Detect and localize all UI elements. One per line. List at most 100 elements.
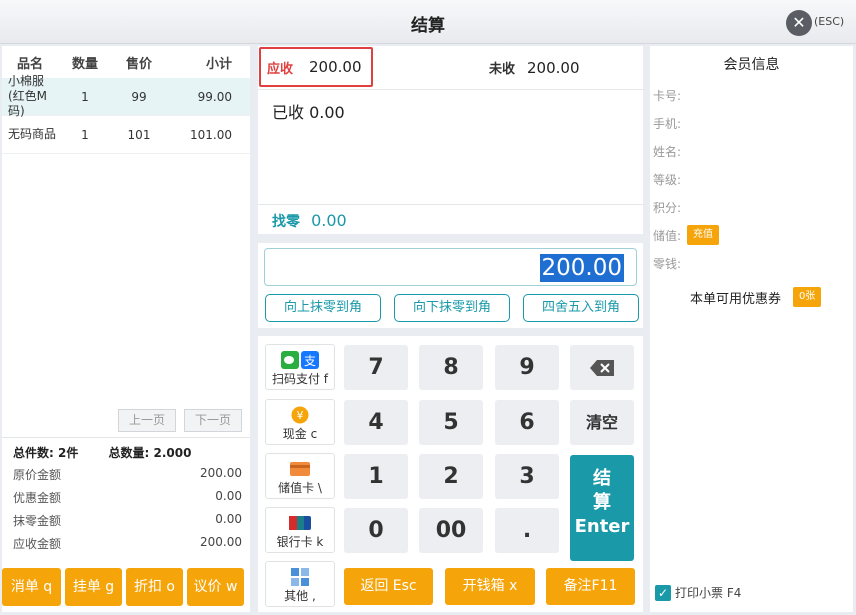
key-8[interactable]: 8 bbox=[419, 345, 483, 390]
checkbox-icon[interactable]: ✓ bbox=[655, 584, 671, 601]
note-button[interactable]: 备注F11 bbox=[546, 568, 635, 605]
pay-label: 其他 , bbox=[284, 589, 316, 603]
wechat-alipay-icon: 支 bbox=[266, 350, 334, 370]
coupon-row: 本单可用优惠券 0张 bbox=[690, 287, 822, 307]
unpaid-label: 未收 bbox=[489, 62, 516, 77]
cash-icon: ¥ bbox=[266, 405, 334, 425]
pay-label: 扫码支付 f bbox=[271, 372, 329, 386]
divider bbox=[258, 89, 643, 90]
key-4[interactable]: 4 bbox=[344, 400, 408, 445]
round-down-button[interactable]: 向下抹零到角 bbox=[394, 294, 510, 322]
stored-card-icon bbox=[266, 459, 334, 479]
hold-order-button[interactable]: 挂单 g bbox=[65, 568, 122, 606]
summary-value: 200.00 bbox=[200, 535, 242, 549]
member-field: 等级: bbox=[653, 173, 682, 187]
amount-change: 找零 0.00 bbox=[272, 211, 347, 231]
header-price: 售价 bbox=[125, 56, 152, 72]
row-qty: 1 bbox=[81, 127, 89, 142]
pay-bank-card-button[interactable]: 银行卡 k bbox=[265, 507, 335, 553]
amount-unpaid: 未收 200.00 bbox=[489, 58, 580, 78]
window-title: 结算 bbox=[411, 16, 445, 36]
key-6[interactable]: 6 bbox=[495, 400, 559, 445]
amount-input[interactable]: 200.00 bbox=[264, 248, 637, 286]
recharge-button[interactable]: 充值 bbox=[687, 225, 720, 245]
change-value: 0.00 bbox=[311, 211, 347, 230]
settle-label: 结 bbox=[593, 468, 611, 489]
table-row[interactable]: 无码商品 1 101 101.00 bbox=[2, 116, 250, 154]
row-subtotal: 101.00 bbox=[190, 127, 232, 142]
amount-due: 应收 200.00 bbox=[259, 47, 373, 87]
amount-paid: 已收 0.00 bbox=[272, 99, 345, 123]
order-actions: 消单 q 挂单 g 折扣 o 议价 w bbox=[2, 568, 244, 606]
total-qty: 总数量: 2.000 bbox=[108, 446, 192, 460]
pay-label: 银行卡 k bbox=[276, 535, 324, 549]
pager: 上一页 下一页 bbox=[118, 409, 242, 432]
pay-stored-card-button[interactable]: 储值卡 \ bbox=[265, 453, 335, 499]
key-7[interactable]: 7 bbox=[344, 345, 408, 390]
key-5[interactable]: 5 bbox=[419, 400, 483, 445]
summary-counts: 总件数: 2件 总数量: 2.000 bbox=[13, 444, 242, 466]
summary-row: 应收金额 200.00 bbox=[13, 535, 242, 558]
backspace-icon bbox=[590, 359, 614, 376]
coupon-label: 本单可用优惠券 bbox=[690, 291, 782, 307]
member-balance-row: 储值: 充值 bbox=[653, 225, 720, 245]
key-9[interactable]: 9 bbox=[495, 345, 559, 390]
summary: 总件数: 2件 总数量: 2.000 原价金额 200.00 优惠金额 0.00 抹… bbox=[2, 437, 250, 558]
amount-panel: 应收 200.00 未收 200.00 已收 0.00 找零 0.00 bbox=[258, 46, 643, 234]
pay-cash-button[interactable]: ¥ 现金 c bbox=[265, 399, 335, 445]
member-title: 会员信息 bbox=[723, 57, 780, 73]
summary-value: 200.00 bbox=[200, 466, 242, 480]
summary-row: 优惠金额 0.00 bbox=[13, 489, 242, 512]
pay-other-button[interactable]: 其他 , bbox=[265, 561, 335, 607]
svg-text:¥: ¥ bbox=[297, 409, 304, 422]
amount-input-value: 200.00 bbox=[539, 254, 624, 282]
row-price: 101 bbox=[127, 127, 151, 142]
settle-button[interactable]: 结 算 Enter bbox=[570, 455, 634, 561]
key-1[interactable]: 1 bbox=[344, 454, 408, 499]
key-2[interactable]: 2 bbox=[419, 454, 483, 499]
round-up-button[interactable]: 向上抹零到角 bbox=[265, 294, 381, 322]
key-0[interactable]: 0 bbox=[344, 508, 408, 553]
summary-row: 抹零金额 0.00 bbox=[13, 512, 242, 535]
rounding-buttons: 向上抹零到角 向下抹零到角 四舍五入到角 bbox=[265, 294, 639, 322]
discount-button[interactable]: 折扣 o bbox=[126, 568, 183, 606]
row-subtotal: 99.00 bbox=[197, 89, 232, 104]
member-field: 储值: bbox=[653, 228, 682, 243]
summary-value: 0.00 bbox=[215, 512, 242, 526]
key-00[interactable]: 00 bbox=[419, 508, 483, 553]
bargain-button[interactable]: 议价 w bbox=[187, 568, 244, 606]
row-price: 99 bbox=[131, 89, 147, 104]
prev-page-button[interactable]: 上一页 bbox=[118, 409, 176, 432]
paid-value: 0.00 bbox=[309, 103, 345, 122]
cancel-order-button[interactable]: 消单 q bbox=[2, 568, 61, 606]
due-value: 200.00 bbox=[309, 58, 362, 76]
pay-label: 储值卡 \ bbox=[278, 481, 322, 495]
coupon-badge[interactable]: 0张 bbox=[793, 287, 822, 307]
summary-label: 原价金额 bbox=[13, 468, 62, 482]
open-drawer-button[interactable]: 开钱箱 x bbox=[445, 568, 535, 605]
summary-label: 应收金额 bbox=[13, 537, 62, 551]
key-dot[interactable]: . bbox=[495, 508, 559, 553]
round-half-button[interactable]: 四舍五入到角 bbox=[523, 294, 639, 322]
divider bbox=[258, 204, 643, 205]
row-qty: 1 bbox=[81, 89, 89, 104]
header-qty: 数量 bbox=[71, 56, 98, 72]
due-label: 应收 bbox=[267, 61, 294, 77]
next-page-button[interactable]: 下一页 bbox=[184, 409, 242, 432]
pay-label: 现金 c bbox=[282, 427, 318, 441]
cart-panel: 品名 数量 售价 小计 小棉服(红色M码) 1 99 99.00 无码商品 1 … bbox=[2, 46, 250, 612]
table-row[interactable]: 小棉服(红色M码) 1 99 99.00 bbox=[2, 74, 250, 118]
close-icon[interactable]: ✕ bbox=[786, 10, 812, 36]
pay-scan-button[interactable]: 支 扫码支付 f bbox=[265, 344, 335, 390]
back-button[interactable]: 返回 Esc bbox=[344, 568, 433, 605]
summary-row: 原价金额 200.00 bbox=[13, 466, 242, 489]
summary-label: 抹零金额 bbox=[13, 514, 62, 528]
print-receipt-option[interactable]: ✓ 打印小票 F4 bbox=[655, 584, 741, 601]
header-subtotal: 小计 bbox=[205, 56, 232, 72]
member-field: 零钱: bbox=[653, 257, 682, 271]
key-3[interactable]: 3 bbox=[495, 454, 559, 499]
clear-button[interactable]: 清空 bbox=[570, 400, 634, 445]
unpaid-value: 200.00 bbox=[527, 58, 580, 77]
backspace-button[interactable] bbox=[570, 345, 634, 390]
svg-text:支: 支 bbox=[304, 354, 316, 368]
